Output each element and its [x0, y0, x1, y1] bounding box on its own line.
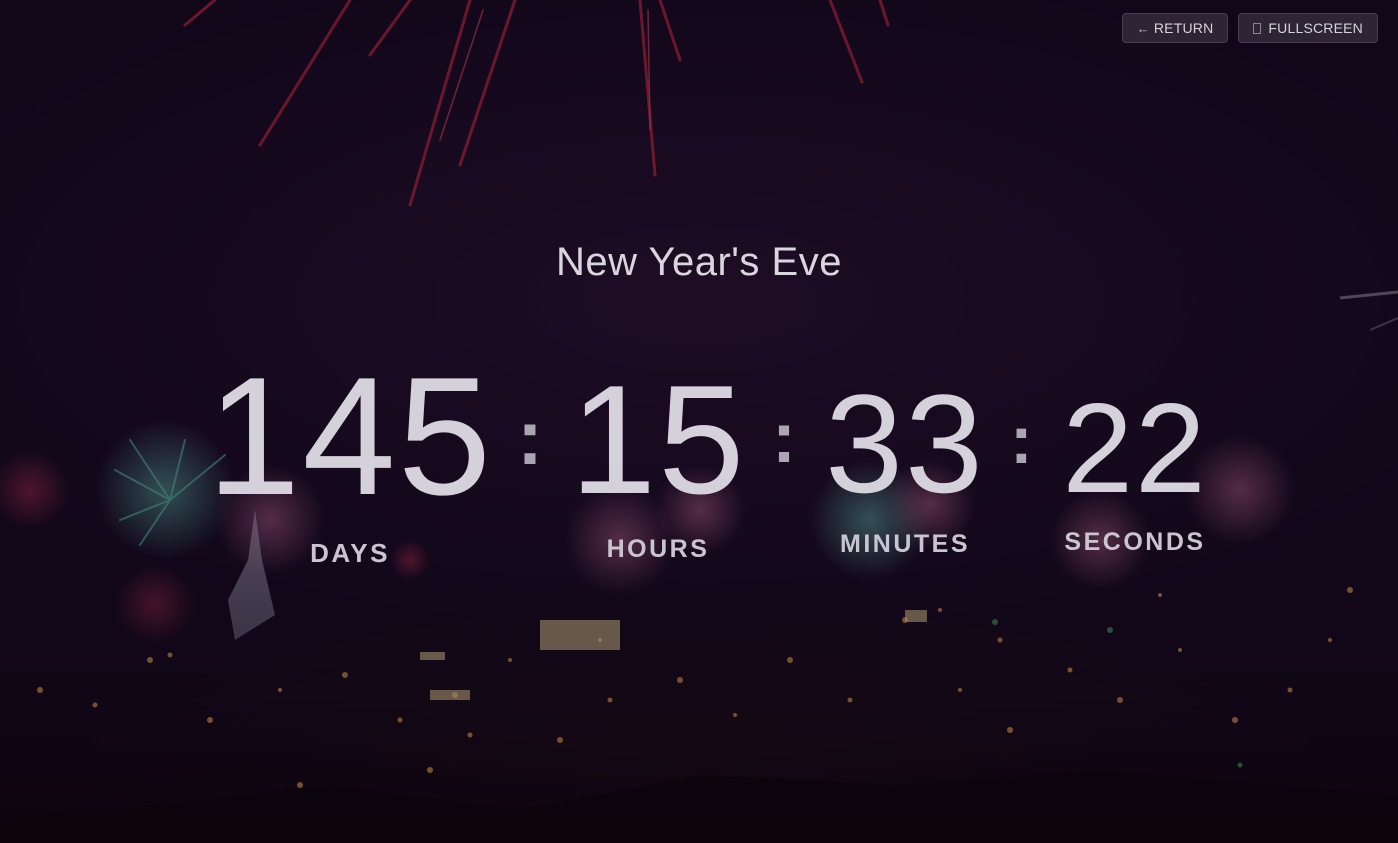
- return-button[interactable]: ← RETURN: [1121, 13, 1229, 43]
- hours-label: HOURS: [606, 535, 710, 563]
- fullscreen-button-label: FULLSCREEN: [1268, 20, 1363, 36]
- minutes-value: 33: [825, 365, 985, 522]
- countdown-hours: 15 HOURS: [570, 362, 746, 564]
- days-label: DAYS: [310, 538, 390, 568]
- countdown-minutes: 33 MINUTES: [822, 374, 988, 559]
- seconds-label: SECONDS: [1064, 528, 1206, 556]
- minutes-label: MINUTES: [840, 530, 970, 558]
- seconds-value: 22: [1062, 377, 1208, 519]
- separator-colon: :: [772, 398, 796, 478]
- separator-colon: :: [1010, 402, 1033, 478]
- fullscreen-button[interactable]: FULLSCREEN: [1238, 13, 1378, 43]
- event-title: New Year's Eve: [556, 240, 842, 284]
- top-toolbar: ← RETURN FULLSCREEN: [1121, 13, 1378, 43]
- return-button-label: RETURN: [1153, 20, 1214, 36]
- fullscreen-icon: [1253, 22, 1262, 34]
- days-value: 145: [206, 342, 494, 530]
- countdown-screen: ← RETURN FULLSCREEN New Year's Eve 145 D…: [0, 0, 1398, 843]
- countdown-seconds: 22 SECONDS: [1055, 385, 1215, 557]
- arrow-left-icon: ←: [1136, 20, 1150, 36]
- hours-value: 15: [570, 353, 747, 526]
- separator-colon: :: [517, 393, 543, 481]
- countdown-days: 145 DAYS: [205, 352, 495, 569]
